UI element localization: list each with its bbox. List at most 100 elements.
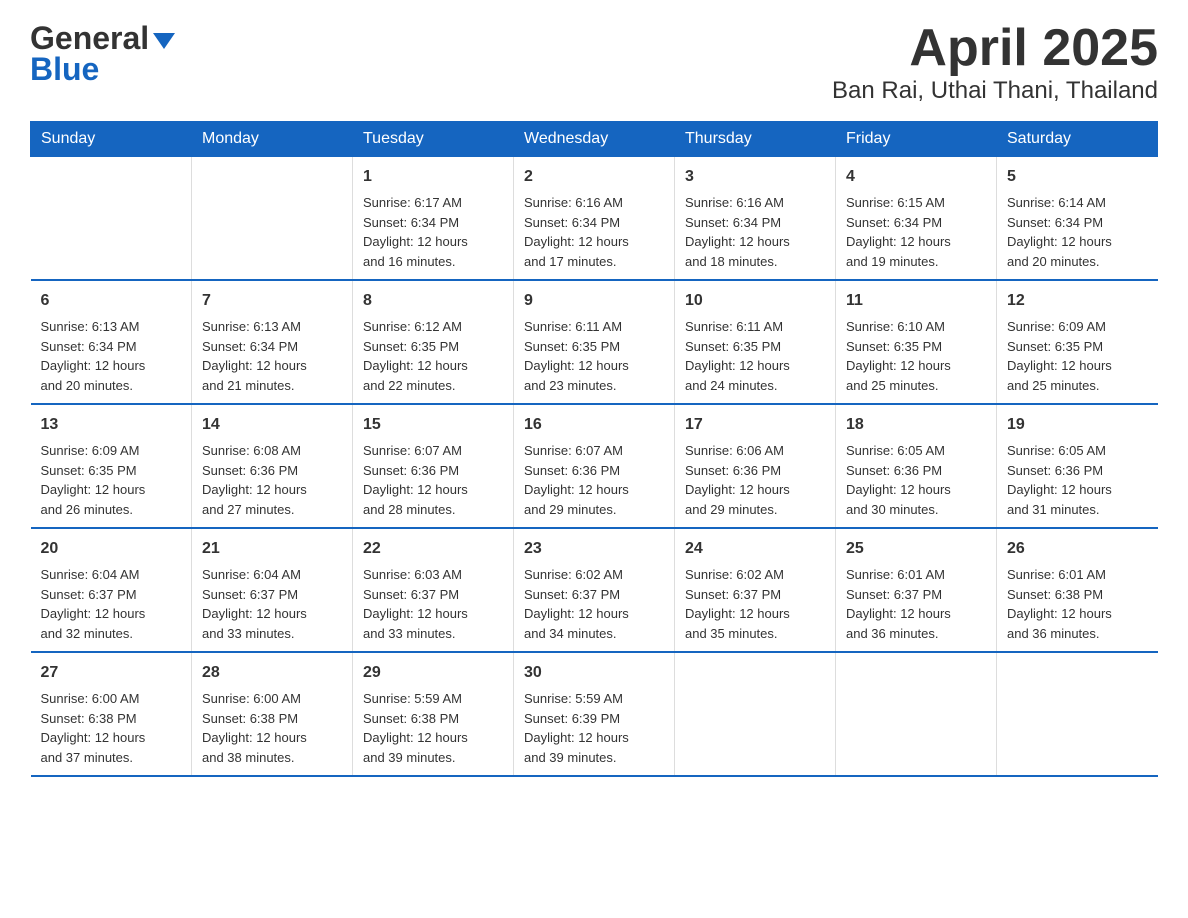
day-info: Sunrise: 6:12 AM bbox=[363, 317, 503, 337]
table-row: 14Sunrise: 6:08 AMSunset: 6:36 PMDayligh… bbox=[192, 404, 353, 528]
day-info: Daylight: 12 hours bbox=[363, 356, 503, 376]
day-info: Sunset: 6:34 PM bbox=[363, 213, 503, 233]
day-info: Sunrise: 6:03 AM bbox=[363, 565, 503, 585]
day-info: Sunset: 6:37 PM bbox=[41, 585, 182, 605]
table-row: 13Sunrise: 6:09 AMSunset: 6:35 PMDayligh… bbox=[31, 404, 192, 528]
logo: General Blue bbox=[30, 20, 175, 88]
day-info: Sunrise: 6:07 AM bbox=[524, 441, 664, 461]
day-info: Sunrise: 6:07 AM bbox=[363, 441, 503, 461]
table-row: 24Sunrise: 6:02 AMSunset: 6:37 PMDayligh… bbox=[675, 528, 836, 652]
day-info: and 36 minutes. bbox=[846, 624, 986, 644]
day-info: Sunrise: 6:02 AM bbox=[685, 565, 825, 585]
day-info: Daylight: 12 hours bbox=[1007, 356, 1148, 376]
header-tuesday: Tuesday bbox=[353, 122, 514, 157]
day-info: Daylight: 12 hours bbox=[202, 604, 342, 624]
day-info: Sunrise: 6:10 AM bbox=[846, 317, 986, 337]
day-info: Daylight: 12 hours bbox=[202, 480, 342, 500]
table-row: 18 Sunrise: 6:05 AMSunset: 6:36 PMDayligh… bbox=[836, 404, 997, 528]
calendar-header: Sunday Monday Tuesday Wednesday Thursday… bbox=[31, 122, 1158, 157]
day-info: Sunrise: 6:02 AM bbox=[524, 565, 664, 585]
day-info: Sunset: 6:35 PM bbox=[685, 337, 825, 357]
day-info: Sunset: 6:36 PM bbox=[202, 461, 342, 481]
day-info: and 17 minutes. bbox=[524, 252, 664, 272]
day-info: Sunrise: 6:01 AM bbox=[846, 565, 986, 585]
day-info: Sunrise: 6:06 AM bbox=[685, 441, 825, 461]
day-info: Sunset: 6:35 PM bbox=[41, 461, 182, 481]
day-number: 10 bbox=[685, 289, 825, 313]
day-info: and 36 minutes. bbox=[1007, 624, 1148, 644]
day-info: Sunset: 6:36 PM bbox=[846, 461, 986, 481]
day-info: and 25 minutes. bbox=[1007, 376, 1148, 396]
day-info: Sunset: 6:36 PM bbox=[363, 461, 503, 481]
day-info: and 33 minutes. bbox=[202, 624, 342, 644]
day-info: Sunrise: 6:13 AM bbox=[202, 317, 342, 337]
table-row: 7Sunrise: 6:13 AMSunset: 6:34 PMDaylight… bbox=[192, 280, 353, 404]
day-number: 2 bbox=[524, 165, 664, 189]
day-info: Sunrise: 6:05 AM bbox=[846, 441, 986, 461]
table-row: 6Sunrise: 6:13 AMSunset: 6:34 PMDaylight… bbox=[31, 280, 192, 404]
table-row bbox=[192, 157, 353, 281]
day-info: Sunset: 6:39 PM bbox=[524, 709, 664, 729]
day-info: Sunrise: 6:05 AM bbox=[1007, 441, 1148, 461]
calendar-body: 1Sunrise: 6:17 AMSunset: 6:34 PMDaylight… bbox=[31, 157, 1158, 777]
day-info: Sunrise: 6:17 AM bbox=[363, 193, 503, 213]
day-info: Daylight: 12 hours bbox=[846, 604, 986, 624]
day-number: 28 bbox=[202, 661, 342, 685]
day-number: 17 bbox=[685, 413, 825, 437]
day-number: 9 bbox=[524, 289, 664, 313]
title-area: April 2025 Ban Rai, Uthai Thani, Thailan… bbox=[832, 20, 1158, 105]
day-info: and 21 minutes. bbox=[202, 376, 342, 396]
day-info: and 25 minutes. bbox=[846, 376, 986, 396]
day-number: 27 bbox=[41, 661, 182, 685]
table-row bbox=[836, 652, 997, 776]
table-row: 29Sunrise: 5:59 AMSunset: 6:38 PMDayligh… bbox=[353, 652, 514, 776]
day-info: Sunset: 6:34 PM bbox=[685, 213, 825, 233]
day-info: Sunset: 6:36 PM bbox=[685, 461, 825, 481]
page-header: General Blue April 2025 Ban Rai, Uthai T… bbox=[30, 20, 1158, 105]
day-info: and 27 minutes. bbox=[202, 500, 342, 520]
day-info: Sunset: 6:35 PM bbox=[846, 337, 986, 357]
day-info: Sunrise: 6:04 AM bbox=[202, 565, 342, 585]
day-number: 18 bbox=[846, 413, 986, 437]
table-row: 16Sunrise: 6:07 AMSunset: 6:36 PMDayligh… bbox=[514, 404, 675, 528]
day-info: and 30 minutes. bbox=[846, 500, 986, 520]
day-info: Daylight: 12 hours bbox=[685, 232, 825, 252]
header-friday: Friday bbox=[836, 122, 997, 157]
table-row: 1Sunrise: 6:17 AMSunset: 6:34 PMDaylight… bbox=[353, 157, 514, 281]
day-info: Sunset: 6:38 PM bbox=[363, 709, 503, 729]
day-info: and 18 minutes. bbox=[685, 252, 825, 272]
day-info: and 34 minutes. bbox=[524, 624, 664, 644]
day-number: 4 bbox=[846, 165, 986, 189]
day-number: 24 bbox=[685, 537, 825, 561]
logo-blue-text: Blue bbox=[30, 51, 99, 88]
day-info: Sunrise: 6:00 AM bbox=[41, 689, 182, 709]
day-number: 14 bbox=[202, 413, 342, 437]
day-info: Sunrise: 6:04 AM bbox=[41, 565, 182, 585]
day-info: Sunset: 6:35 PM bbox=[363, 337, 503, 357]
header-monday: Monday bbox=[192, 122, 353, 157]
day-info: Sunset: 6:36 PM bbox=[1007, 461, 1148, 481]
header-wednesday: Wednesday bbox=[514, 122, 675, 157]
table-row: 11Sunrise: 6:10 AMSunset: 6:35 PMDayligh… bbox=[836, 280, 997, 404]
day-info: Daylight: 12 hours bbox=[846, 232, 986, 252]
day-info: and 26 minutes. bbox=[41, 500, 182, 520]
day-number: 30 bbox=[524, 661, 664, 685]
day-info: and 22 minutes. bbox=[363, 376, 503, 396]
day-info: Daylight: 12 hours bbox=[41, 356, 182, 376]
day-info: and 39 minutes. bbox=[363, 748, 503, 768]
table-row: 25Sunrise: 6:01 AMSunset: 6:37 PMDayligh… bbox=[836, 528, 997, 652]
calendar-title: April 2025 bbox=[832, 20, 1158, 77]
day-info: Sunset: 6:37 PM bbox=[846, 585, 986, 605]
day-info: Daylight: 12 hours bbox=[685, 604, 825, 624]
logo-triangle-icon bbox=[153, 33, 175, 49]
day-number: 22 bbox=[363, 537, 503, 561]
day-info: Sunrise: 5:59 AM bbox=[363, 689, 503, 709]
day-number: 1 bbox=[363, 165, 503, 189]
day-info: and 33 minutes. bbox=[363, 624, 503, 644]
day-info: Daylight: 12 hours bbox=[202, 356, 342, 376]
day-info: Daylight: 12 hours bbox=[363, 480, 503, 500]
day-info: Daylight: 12 hours bbox=[363, 604, 503, 624]
day-info: Sunset: 6:38 PM bbox=[202, 709, 342, 729]
day-info: Daylight: 12 hours bbox=[846, 480, 986, 500]
day-number: 5 bbox=[1007, 165, 1148, 189]
